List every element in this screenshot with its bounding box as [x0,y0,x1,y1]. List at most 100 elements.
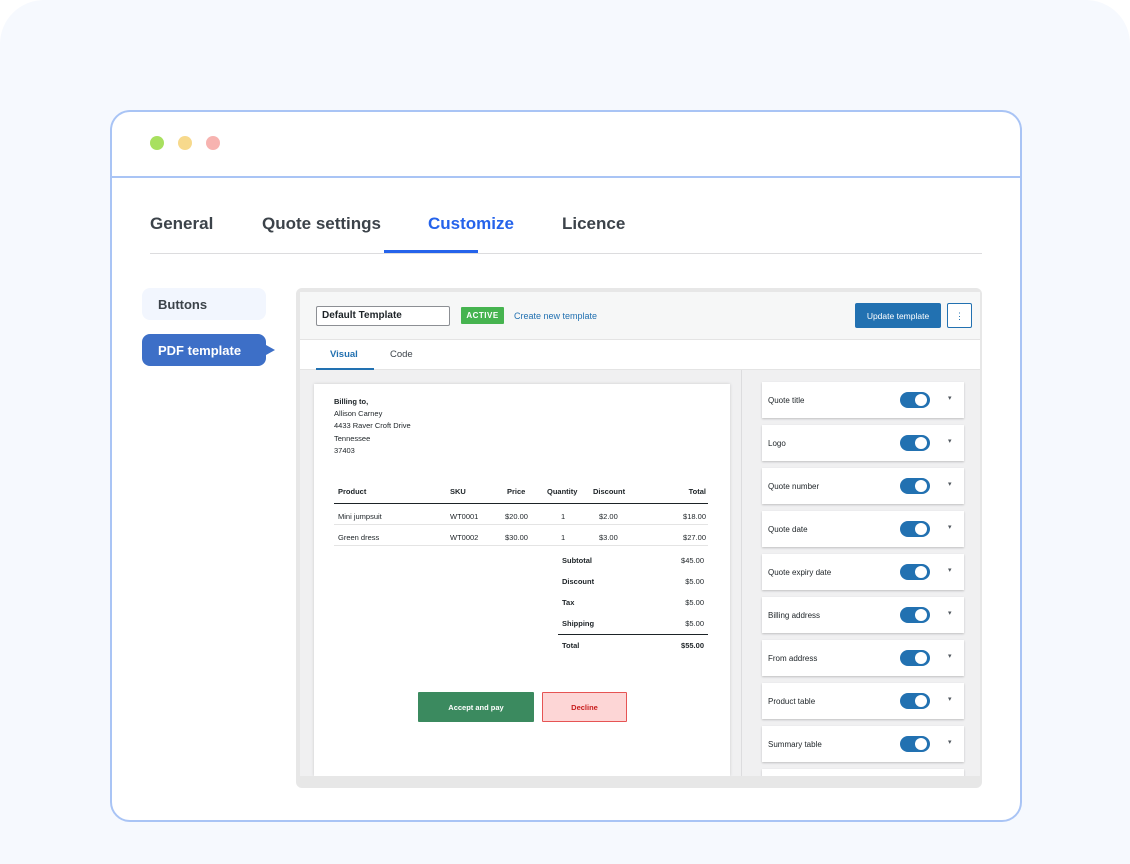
section-label: Quote date [768,525,808,534]
section-label: Quote number [768,482,820,491]
table-cell: $18.00 [683,512,706,521]
summary-row-discount: Discount $5.00 [558,571,708,592]
section-label: Quote expiry date [768,568,832,577]
column-header: Price [507,487,526,496]
chevron-down-icon[interactable]: ▾ [948,652,952,660]
table-cell: $30.00 [505,533,528,542]
preview-canvas: Billing to, Allison Carney 4433 Raver Cr… [300,370,742,776]
toggle-knob [915,437,927,449]
section-item-partial [762,769,964,776]
section-toggle[interactable] [900,521,930,537]
status-badge: ACTIVE [461,307,504,324]
summary-row-tax: Tax $5.00 [558,592,708,613]
section-toggle[interactable] [900,650,930,666]
template-sections-panel: Quote title ▾ Logo ▾ Quote number ▾ Quot… [762,382,966,776]
chevron-down-icon[interactable]: ▾ [948,695,952,703]
billing-heading: Billing to, [334,397,369,406]
chevron-down-icon[interactable]: ▾ [948,566,952,574]
summary-label: Discount [562,577,595,586]
table-cell: 1 [561,512,566,521]
accept-and-pay-button[interactable]: Accept and pay [418,692,534,722]
chevron-down-icon[interactable]: ▾ [948,523,952,531]
section-toggle[interactable] [900,564,930,580]
chevron-down-icon[interactable]: ▾ [948,394,952,402]
table-cell: $20.00 [505,512,528,521]
section-item-quote-number: Quote number ▾ [762,468,964,504]
chevron-down-icon[interactable]: ▾ [948,480,952,488]
summary-label: Total [562,641,580,650]
tab-quote-settings[interactable]: Quote settings [262,214,381,234]
subtab-code[interactable]: Code [390,349,413,360]
table-cell: 1 [561,533,566,542]
section-toggle[interactable] [900,736,930,752]
summary-table: Subtotal $45.00 Discount $5.00 Tax $5.00 [558,550,708,655]
main-tabs: General Quote settings Customize Licence [150,178,982,254]
chevron-down-icon[interactable]: ▾ [948,437,952,445]
create-template-link[interactable]: Create new template [514,311,597,321]
toggle-knob [915,394,927,406]
quote-document: Billing to, Allison Carney 4433 Raver Cr… [314,384,730,776]
table-cell: $3.00 [599,533,618,542]
section-item-summary-table: Summary table ▾ [762,726,964,762]
chevron-down-icon[interactable]: ▾ [948,609,952,617]
sidebar-item-buttons[interactable]: Buttons [142,288,266,320]
section-toggle[interactable] [900,693,930,709]
active-tab-underline [384,250,478,253]
app-window: General Quote settings Customize Licence… [110,110,1022,822]
toggle-knob [915,652,927,664]
summary-value: $5.00 [685,577,704,586]
section-item-product-table: Product table ▾ [762,683,964,719]
template-name-field[interactable]: Default Template [316,306,450,326]
summary-label: Subtotal [562,556,592,565]
more-options-icon[interactable]: ⋮ [947,303,972,328]
sidebar-item-pdf-template[interactable]: PDF template [142,334,266,366]
section-item-quote-title: Quote title ▾ [762,382,964,418]
section-toggle[interactable] [900,435,930,451]
table-cell: WT0001 [450,512,479,521]
subtab-visual[interactable]: Visual [330,349,358,360]
decline-button[interactable]: Decline [542,692,627,722]
billing-name: Allison Carney [334,409,383,419]
section-item-billing-address: Billing address ▾ [762,597,964,633]
summary-value: $45.00 [681,556,704,565]
column-header: Product [338,487,367,496]
summary-row-subtotal: Subtotal $45.00 [558,550,708,571]
window-dot-red [206,136,220,150]
billing-state: Tennessee [334,433,371,443]
tab-customize[interactable]: Customize [428,214,514,234]
update-template-button[interactable]: Update template [855,303,941,328]
summary-value: $5.00 [685,598,704,607]
column-header: Total [688,487,706,496]
billing-address: Billing to, Allison Carney 4433 Raver Cr… [334,396,411,457]
editor-subtabs: Visual Code [300,340,980,370]
table-cell: Green dress [338,533,380,542]
summary-row-shipping: Shipping $5.00 [558,613,708,634]
toggle-knob [915,609,927,621]
toggle-knob [915,566,927,578]
section-item-quote-expiry-date: Quote expiry date ▾ [762,554,964,590]
table-cell: $27.00 [683,533,706,542]
window-dot-yellow [178,136,192,150]
summary-row-total: Total $55.00 [558,634,708,655]
summary-label: Shipping [562,619,595,628]
window-titlebar [112,112,1020,178]
tab-licence[interactable]: Licence [562,214,625,234]
column-header: SKU [450,487,466,496]
table-row: Mini jumpsuit WT0001 $20.00 1 $2.00 $18.… [334,504,708,525]
table-cell: WT0002 [450,533,479,542]
section-item-from-address: From address ▾ [762,640,964,676]
editor-toolbar: Default Template ACTIVE Create new templ… [300,292,980,340]
section-toggle[interactable] [900,607,930,623]
section-label: Billing address [768,611,821,620]
chevron-down-icon[interactable]: ▾ [948,738,952,746]
section-label: Quote title [768,396,805,405]
summary-value: $5.00 [685,619,704,628]
window-dot-green [150,136,164,150]
section-label: Summary table [768,740,822,749]
section-toggle[interactable] [900,478,930,494]
table-cell: Mini jumpsuit [338,512,382,521]
table-row: Green dress WT0002 $30.00 1 $3.00 $27.00 [334,525,708,546]
tab-general[interactable]: General [150,214,213,234]
section-label: From address [768,654,818,663]
section-toggle[interactable] [900,392,930,408]
